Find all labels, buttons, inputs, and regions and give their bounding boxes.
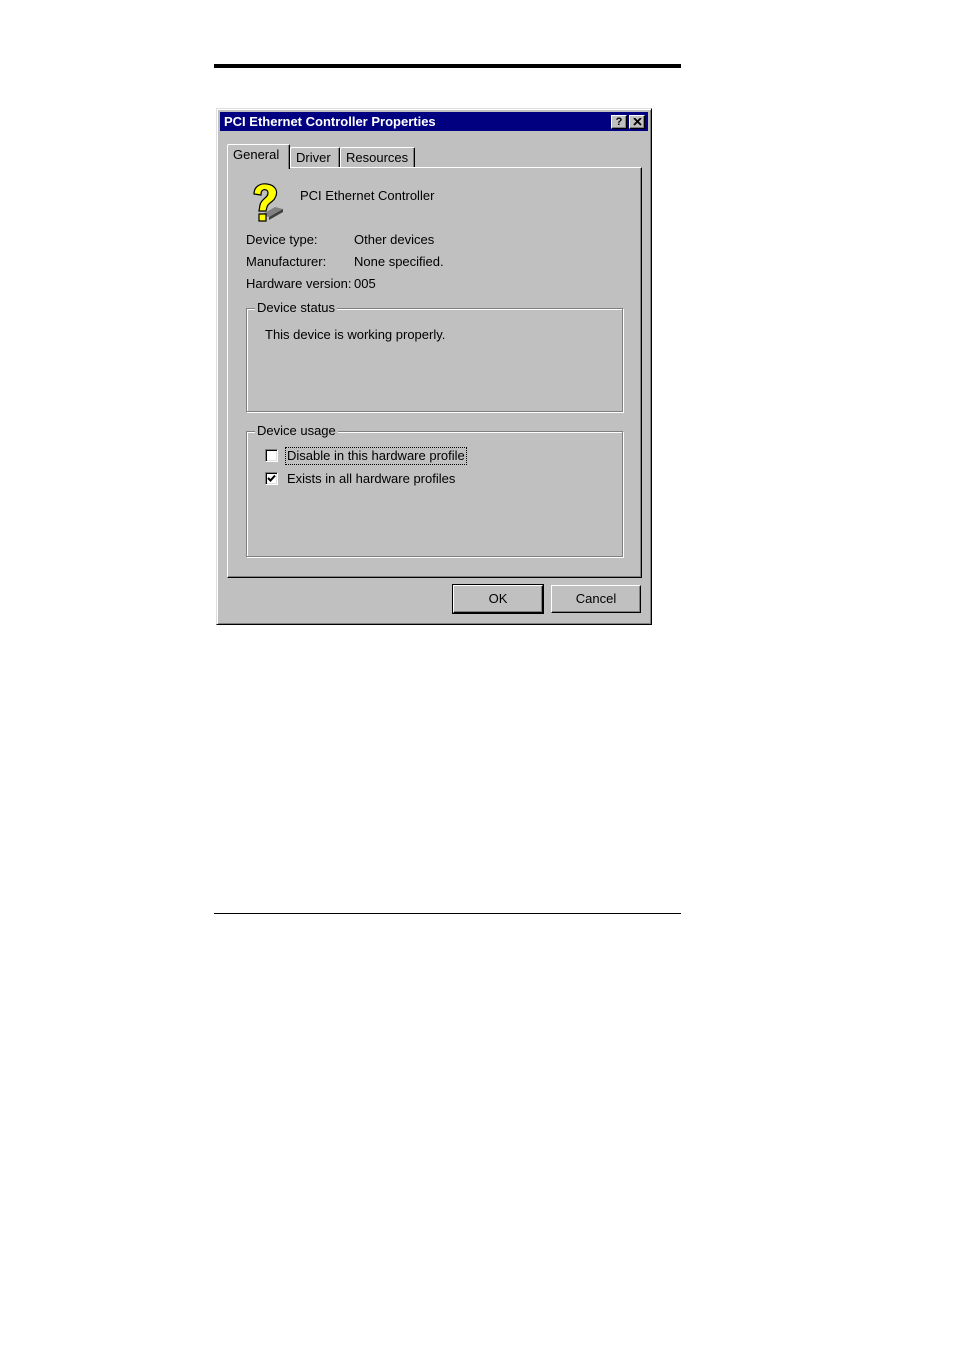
page-rule-bottom: [214, 913, 681, 914]
disable-profile-label: Disable in this hardware profile: [285, 447, 467, 465]
properties-dialog: PCI Ethernet Controller Properties ? Gen…: [216, 108, 652, 625]
help-button[interactable]: ?: [611, 115, 627, 129]
tab-resources[interactable]: Resources: [340, 147, 415, 167]
title-bar[interactable]: PCI Ethernet Controller Properties ?: [220, 112, 648, 131]
hardware-version-label: Hardware version:: [246, 276, 352, 291]
tab-general[interactable]: General: [227, 144, 290, 169]
device-name: PCI Ethernet Controller: [300, 188, 435, 203]
device-usage-group: Device usage Disable in this hardware pr…: [246, 423, 623, 557]
tab-general-label: General: [233, 147, 280, 162]
general-tab-panel: PCI Ethernet Controller Device type: Oth…: [227, 167, 642, 578]
hardware-version-value: 005: [354, 276, 376, 291]
device-usage-legend: Device usage: [255, 423, 338, 439]
tab-driver[interactable]: Driver: [290, 147, 340, 167]
close-button[interactable]: [629, 115, 645, 129]
exists-all-profiles-label: Exists in all hardware profiles: [287, 471, 456, 486]
device-status-group: Device status This device is working pro…: [246, 300, 623, 412]
device-type-value: Other devices: [354, 232, 435, 247]
device-status-legend: Device status: [255, 300, 338, 316]
ok-button[interactable]: OK: [452, 584, 544, 614]
tab-resources-label: Resources: [346, 150, 409, 165]
close-icon: [632, 118, 642, 126]
cancel-button[interactable]: Cancel: [551, 585, 641, 613]
question-mark-device-icon: [253, 183, 283, 222]
device-type-label: Device type:: [246, 232, 318, 247]
checkmark-icon: [267, 474, 276, 482]
tab-driver-label: Driver: [296, 150, 331, 165]
manufacturer-label: Manufacturer:: [246, 254, 327, 269]
manufacturer-value: None specified.: [354, 254, 444, 269]
page-rule-top: [214, 64, 681, 68]
disable-profile-checkbox[interactable]: [265, 449, 278, 462]
window-title: PCI Ethernet Controller Properties: [224, 114, 436, 129]
exists-all-profiles-checkbox[interactable]: [265, 472, 278, 485]
help-icon: ?: [615, 116, 623, 128]
device-status-text: This device is working properly.: [265, 327, 446, 342]
